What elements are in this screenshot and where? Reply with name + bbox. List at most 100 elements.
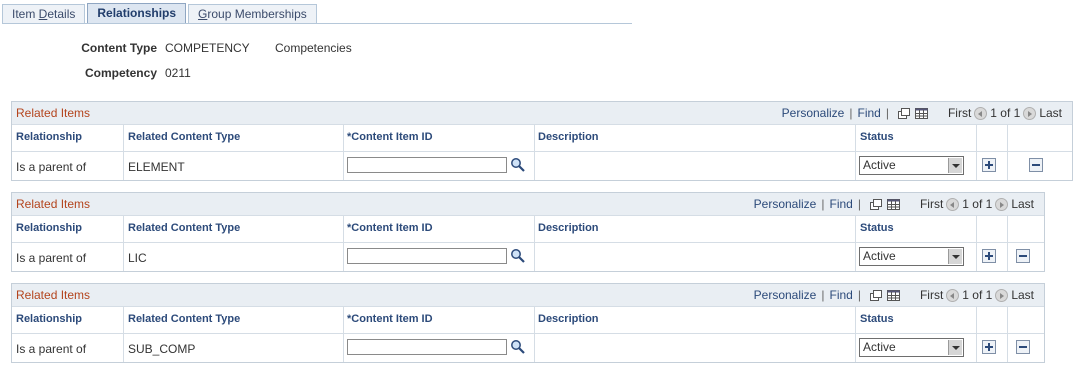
separator: |	[885, 106, 889, 120]
first-label: First	[919, 288, 944, 302]
magnifier-icon[interactable]	[510, 248, 526, 264]
col-description: Description	[538, 131, 599, 143]
find-link[interactable]: Find	[857, 106, 880, 120]
magnifier-icon[interactable]	[510, 339, 526, 355]
col-content-item-id: *Content Item ID	[347, 222, 433, 234]
col-status: Status	[860, 222, 894, 234]
relationship-cell: Is a parent of	[16, 160, 87, 174]
last-label: Last	[1011, 288, 1034, 302]
competency-value: 0211	[165, 66, 191, 80]
personalize-link[interactable]: Personalize	[782, 106, 845, 120]
view-all-icon[interactable]	[897, 107, 911, 119]
col-content-item-id: *Content Item ID	[347, 313, 433, 325]
next-icon[interactable]	[1023, 106, 1037, 120]
col-description: Description	[538, 222, 599, 234]
plus-icon[interactable]	[982, 158, 996, 172]
separator: |	[849, 106, 853, 120]
row-count: 1 of 1	[990, 106, 1021, 120]
content-item-id-input[interactable]	[347, 157, 507, 173]
competency-label: Competency	[84, 66, 157, 80]
plus-icon[interactable]	[982, 340, 996, 354]
next-icon[interactable]	[995, 197, 1009, 211]
separator: |	[857, 288, 861, 302]
related-items-grid-1: Related Items Personalize | Find | First…	[11, 101, 1073, 181]
previous-icon[interactable]	[974, 106, 988, 120]
grid-header: Related Items Personalize | Find | First…	[12, 193, 1044, 216]
table-row: Is a parent of LIC Active	[12, 243, 1044, 271]
grid-header: Related Items Personalize | Find | First…	[12, 284, 1044, 307]
content-type-description: Competencies	[275, 41, 352, 55]
minus-icon[interactable]	[1016, 249, 1030, 263]
col-relationship: Relationship	[16, 313, 83, 325]
related-items-grid-2: Related Items Personalize | Find | First…	[11, 192, 1045, 272]
column-header-row: Relationship Related Content Type *Conte…	[12, 125, 1072, 152]
col-related-content-type: Related Content Type	[128, 222, 241, 234]
content-type-label: Content Type	[81, 41, 157, 55]
table-row: Is a parent of ELEMENT Active	[12, 152, 1072, 180]
spreadsheet-icon[interactable]	[914, 107, 928, 119]
chevron-down-icon	[948, 340, 962, 355]
view-all-icon[interactable]	[869, 198, 883, 210]
plus-icon[interactable]	[982, 249, 996, 263]
content-item-id-input[interactable]	[347, 339, 507, 355]
relationship-cell: Is a parent of	[16, 251, 87, 265]
row-count: 1 of 1	[962, 197, 993, 211]
chevron-down-icon	[948, 158, 962, 173]
minus-icon[interactable]	[1016, 340, 1030, 354]
magnifier-icon[interactable]	[510, 157, 526, 173]
column-header-row: Relationship Related Content Type *Conte…	[12, 307, 1044, 334]
next-icon[interactable]	[995, 288, 1009, 302]
col-status: Status	[860, 313, 894, 325]
col-status: Status	[860, 131, 894, 143]
first-label: First	[919, 197, 944, 211]
spreadsheet-icon[interactable]	[886, 289, 900, 301]
tab-underline	[2, 23, 632, 24]
col-relationship: Relationship	[16, 131, 83, 143]
personalize-link[interactable]: Personalize	[754, 288, 817, 302]
grid-title: Related Items	[16, 197, 91, 211]
separator: |	[821, 197, 825, 211]
row-count: 1 of 1	[962, 288, 993, 302]
status-select[interactable]: Active	[859, 156, 964, 175]
last-label: Last	[1039, 106, 1062, 120]
grid-navigation: Personalize | Find | First 1 of 1 Last	[782, 106, 1062, 120]
col-relationship: Relationship	[16, 222, 83, 234]
personalize-link[interactable]: Personalize	[754, 197, 817, 211]
last-label: Last	[1011, 197, 1034, 211]
tab-group-memberships[interactable]: Group Memberships	[188, 4, 317, 24]
content-type-cell: LIC	[128, 251, 147, 265]
tab-bar: Item Details Relationships Group Members…	[2, 3, 319, 24]
grid-title: Related Items	[16, 288, 91, 302]
minus-icon[interactable]	[1029, 158, 1043, 172]
content-item-id-input[interactable]	[347, 248, 507, 264]
related-items-grid-3: Related Items Personalize | Find | First…	[11, 283, 1045, 363]
content-type-cell: SUB_COMP	[128, 342, 196, 356]
grid-header: Related Items Personalize | Find | First…	[12, 102, 1072, 125]
tab-item-details[interactable]: Item Details	[2, 4, 86, 24]
tab-relationships[interactable]: Relationships	[87, 3, 187, 24]
content-type-value: COMPETENCY	[165, 41, 250, 55]
previous-icon[interactable]	[946, 197, 960, 211]
col-related-content-type: Related Content Type	[128, 313, 241, 325]
separator: |	[857, 197, 861, 211]
content-type-cell: ELEMENT	[128, 160, 185, 174]
grid-navigation: Personalize | Find | First 1 of 1 Last	[754, 288, 1034, 302]
col-description: Description	[538, 313, 599, 325]
previous-icon[interactable]	[946, 288, 960, 302]
first-label: First	[947, 106, 972, 120]
chevron-down-icon	[948, 249, 962, 264]
grid-title: Related Items	[16, 106, 91, 120]
col-content-item-id: *Content Item ID	[347, 131, 433, 143]
find-link[interactable]: Find	[829, 288, 852, 302]
relationship-cell: Is a parent of	[16, 342, 87, 356]
spreadsheet-icon[interactable]	[886, 198, 900, 210]
column-header-row: Relationship Related Content Type *Conte…	[12, 216, 1044, 243]
separator: |	[821, 288, 825, 302]
view-all-icon[interactable]	[869, 289, 883, 301]
grid-navigation: Personalize | Find | First 1 of 1 Last	[754, 197, 1034, 211]
table-row: Is a parent of SUB_COMP Active	[12, 334, 1044, 362]
find-link[interactable]: Find	[829, 197, 852, 211]
status-select[interactable]: Active	[859, 338, 964, 357]
status-select[interactable]: Active	[859, 247, 964, 266]
col-related-content-type: Related Content Type	[128, 131, 241, 143]
